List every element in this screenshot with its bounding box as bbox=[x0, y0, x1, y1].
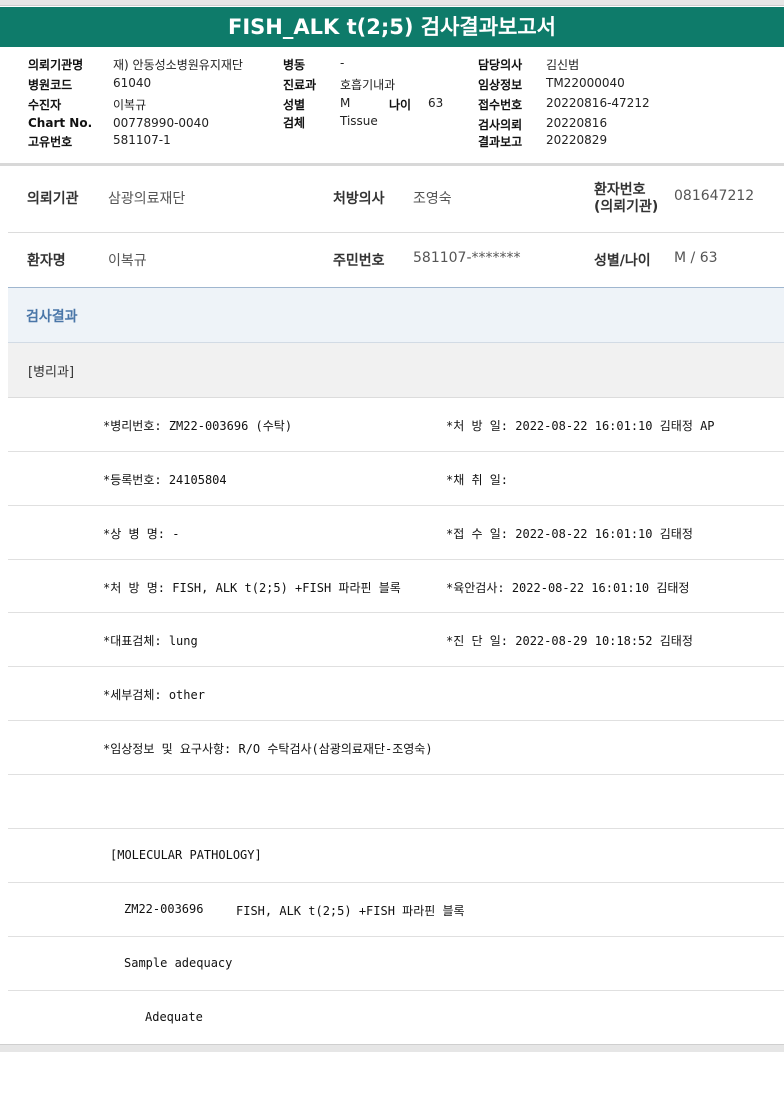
header-value: 00778990-0040 bbox=[113, 116, 209, 130]
result-left: *처 방 명: FISH, ALK t(2;5) +FISH 파라핀 블록 bbox=[103, 581, 401, 595]
header-label: 의뢰기관명 bbox=[28, 58, 84, 72]
header-label: 담당의사 bbox=[478, 58, 523, 72]
age-label: 나이 bbox=[389, 98, 412, 112]
header-value: 20220829 bbox=[546, 133, 608, 147]
header-value: 61040 bbox=[113, 76, 152, 90]
department-header: [병리과] bbox=[8, 343, 784, 398]
patient-no-sublabel: (의뢰기관) bbox=[594, 199, 659, 215]
result-right: *접 수 일: 2022-08-22 16:01:10 김태정 bbox=[446, 527, 693, 541]
molecular-test: FISH, ALK t(2;5) +FISH 파라핀 블록 bbox=[236, 904, 465, 918]
result-section-title: 검사결과 bbox=[26, 309, 78, 325]
divider bbox=[8, 612, 784, 613]
result-left: *대표검체: lung bbox=[103, 634, 198, 648]
header-label: 진료과 bbox=[283, 78, 317, 92]
header-value: 581107-1 bbox=[113, 133, 171, 147]
divider bbox=[8, 828, 784, 829]
header-value: 김신범 bbox=[546, 58, 580, 72]
sex-age-label: 성별/나이 bbox=[594, 253, 651, 269]
institution-label: 의뢰기관 bbox=[27, 191, 79, 207]
divider bbox=[8, 451, 784, 452]
divider bbox=[8, 882, 784, 883]
institution-value: 삼광의료재단 bbox=[108, 191, 186, 207]
header-value: 이복규 bbox=[113, 98, 147, 112]
patient-name-label: 환자명 bbox=[27, 253, 66, 269]
result-left: *임상정보 및 요구사항: R/O 수탁검사(삼광의료재단-조영숙) bbox=[103, 742, 433, 756]
header-label: 병원코드 bbox=[28, 78, 73, 92]
header-label: 병동 bbox=[283, 58, 306, 72]
divider bbox=[8, 990, 784, 991]
department-label: [병리과] bbox=[28, 365, 75, 380]
header-value: Tissue bbox=[340, 114, 378, 128]
bottom-border bbox=[0, 1044, 784, 1052]
patient-no-value: 081647212 bbox=[674, 188, 755, 204]
result-right: *처 방 일: 2022-08-22 16:01:10 김태정 AP bbox=[446, 419, 715, 433]
molecular-heading: [MOLECULAR PATHOLOGY] bbox=[110, 848, 262, 862]
result-section-header: 검사결과 bbox=[8, 288, 784, 343]
molecular-line2: Sample adequacy bbox=[124, 956, 233, 970]
header-separator bbox=[0, 163, 784, 166]
header-label: 수진자 bbox=[28, 98, 62, 112]
result-right: *진 단 일: 2022-08-29 10:18:52 김태정 bbox=[446, 634, 693, 648]
divider bbox=[8, 936, 784, 937]
doctor-label: 처방의사 bbox=[333, 191, 385, 207]
divider bbox=[8, 774, 784, 775]
header-label: 검사의뢰 bbox=[478, 118, 523, 132]
report-title: FISH_ALK t(2;5) 검사결과보고서 bbox=[0, 7, 784, 47]
resident-no-label: 주민번호 bbox=[333, 253, 385, 269]
result-left: *등록번호: 24105804 bbox=[103, 473, 227, 487]
age-value: 63 bbox=[428, 96, 444, 110]
top-border bbox=[0, 0, 784, 6]
divider bbox=[8, 720, 784, 721]
divider bbox=[8, 666, 784, 667]
header-value: M bbox=[340, 96, 351, 110]
header-label: 접수번호 bbox=[478, 98, 523, 112]
molecular-line3: Adequate bbox=[145, 1010, 203, 1024]
result-left: *병리번호: ZM22-003696 (수탁) bbox=[103, 419, 293, 433]
header-value: 재) 안동성소병원유지재단 bbox=[113, 58, 243, 72]
divider bbox=[8, 559, 784, 560]
sex-age-value: M / 63 bbox=[674, 250, 718, 266]
doctor-value: 조영숙 bbox=[413, 191, 452, 207]
divider bbox=[8, 505, 784, 506]
resident-no-value: 581107-******* bbox=[413, 250, 521, 266]
header-label: 성별 bbox=[283, 98, 306, 112]
result-right: *육안검사: 2022-08-22 16:01:10 김태정 bbox=[446, 581, 690, 595]
header-label: 검체 bbox=[283, 116, 306, 130]
result-left: *세부검체: other bbox=[103, 688, 205, 702]
divider bbox=[8, 232, 784, 233]
result-right: *채 취 일: bbox=[446, 473, 509, 487]
molecular-id: ZM22-003696 bbox=[124, 902, 204, 916]
header-value: - bbox=[340, 56, 345, 70]
result-left: *상 병 명: - bbox=[103, 527, 180, 541]
header-value: TM22000040 bbox=[546, 76, 625, 90]
header-label: 결과보고 bbox=[478, 135, 523, 149]
header-value: 20220816 bbox=[546, 116, 608, 130]
header-value: 20220816-47212 bbox=[546, 96, 650, 110]
header-label: Chart No. bbox=[28, 116, 93, 130]
patient-name-value: 이복규 bbox=[108, 253, 147, 269]
header-label: 임상정보 bbox=[478, 78, 523, 92]
header-label: 고유번호 bbox=[28, 135, 73, 149]
header-value: 호흡기내과 bbox=[340, 78, 396, 92]
